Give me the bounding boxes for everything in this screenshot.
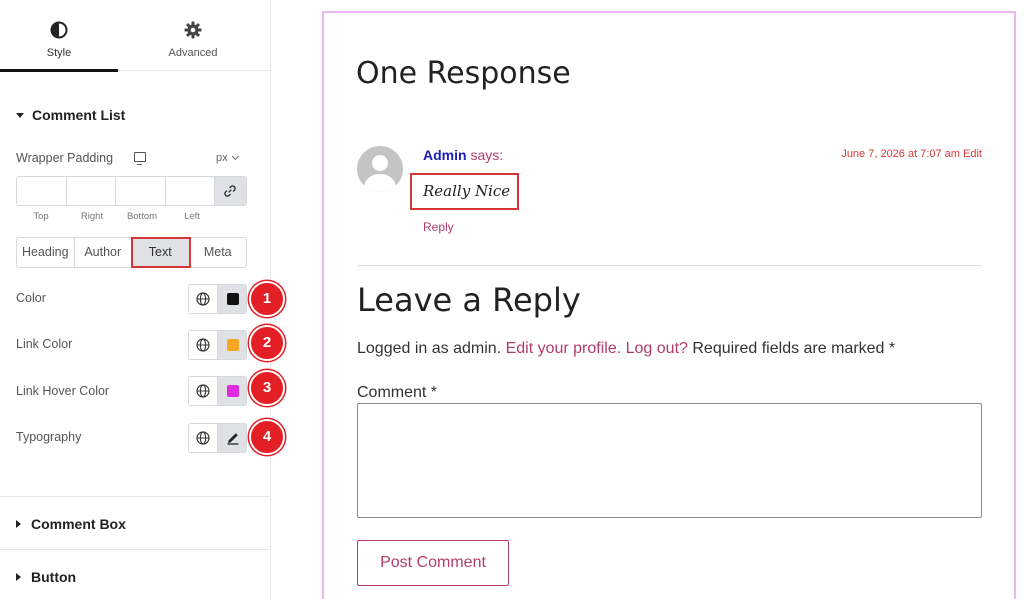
unit-value: px bbox=[216, 152, 228, 164]
global-colors-button[interactable] bbox=[189, 377, 218, 405]
color-swatch bbox=[227, 293, 239, 305]
logged-in-notice: Logged in as admin. Edit your profile. L… bbox=[357, 340, 895, 358]
link-hover-color-swatch bbox=[227, 385, 239, 397]
tab-advanced[interactable]: Advanced bbox=[134, 8, 252, 71]
section-comment-list[interactable]: Comment List bbox=[16, 107, 125, 123]
comment-date-link[interactable]: June 7, 2026 at 7:07 am bbox=[841, 148, 960, 160]
edit-profile-link[interactable]: Edit your profile. bbox=[506, 340, 622, 357]
tab-advanced-label: Advanced bbox=[168, 47, 218, 59]
reply-link[interactable]: Reply bbox=[423, 220, 454, 234]
avatar-head bbox=[372, 155, 388, 171]
seg-text[interactable]: Text bbox=[131, 237, 191, 268]
link-color-label: Link Color bbox=[16, 337, 73, 351]
section-comment-list-title: Comment List bbox=[32, 107, 126, 123]
monitor-icon[interactable] bbox=[134, 152, 146, 165]
caret-right-icon bbox=[16, 573, 21, 581]
color-control bbox=[188, 284, 247, 314]
global-colors-button[interactable] bbox=[189, 331, 218, 359]
caret-down-icon bbox=[16, 113, 24, 118]
padding-inputs bbox=[16, 176, 247, 206]
logged-in-prefix: Logged in as admin. bbox=[357, 340, 502, 357]
gear-icon bbox=[184, 21, 202, 39]
link-hover-color-picker[interactable] bbox=[218, 377, 246, 405]
comment-author-link[interactable]: Admin bbox=[423, 147, 467, 163]
step-badge-3: 3 bbox=[249, 370, 285, 406]
comment-author-line: Admin says: bbox=[423, 147, 503, 163]
post-comment-button[interactable]: Post Comment bbox=[357, 540, 509, 586]
seg-author[interactable]: Author bbox=[75, 238, 132, 267]
section-divider bbox=[0, 549, 270, 550]
typography-control bbox=[188, 423, 247, 453]
section-separator bbox=[357, 265, 982, 266]
link-color-picker[interactable] bbox=[218, 331, 246, 359]
globe-icon bbox=[196, 384, 210, 398]
globe-icon bbox=[196, 292, 210, 306]
tab-style[interactable]: Style bbox=[0, 8, 118, 72]
link-hover-color-control bbox=[188, 376, 247, 406]
seg-heading[interactable]: Heading bbox=[17, 238, 75, 267]
half-circle-icon bbox=[50, 21, 68, 39]
typography-label: Typography bbox=[16, 430, 82, 444]
globe-icon bbox=[196, 431, 210, 445]
section-divider bbox=[0, 496, 270, 497]
link-color-control bbox=[188, 330, 247, 360]
label-top: Top bbox=[33, 211, 49, 222]
seg-meta[interactable]: Meta bbox=[190, 238, 247, 267]
avatar-body bbox=[364, 174, 396, 192]
link-icon bbox=[224, 185, 236, 197]
comment-text: Really Nice bbox=[410, 173, 519, 210]
section-comment-box-title: Comment Box bbox=[31, 516, 126, 532]
link-hover-color-label: Link Hover Color bbox=[16, 384, 110, 398]
required-fields-note: Required fields are marked * bbox=[692, 340, 896, 357]
label-right: Right bbox=[80, 211, 104, 222]
color-label: Color bbox=[16, 291, 46, 305]
padding-left-input[interactable] bbox=[165, 177, 216, 205]
log-out-link[interactable]: Log out? bbox=[626, 340, 688, 357]
step-badge-4: 4 bbox=[249, 419, 285, 455]
comment-meta: June 7, 2026 at 7:07 am Edit bbox=[841, 148, 982, 160]
global-colors-button[interactable] bbox=[189, 285, 218, 313]
padding-bottom-input[interactable] bbox=[116, 177, 166, 205]
step-badge-2: 2 bbox=[249, 325, 285, 361]
caret-right-icon bbox=[16, 520, 21, 528]
unit-selector[interactable]: px bbox=[216, 152, 239, 164]
comment-says: says: bbox=[470, 147, 504, 163]
typography-edit-button[interactable] bbox=[218, 424, 246, 452]
chevron-down-icon bbox=[231, 152, 239, 161]
label-bottom: Bottom bbox=[126, 211, 158, 222]
padding-right-input[interactable] bbox=[66, 177, 117, 205]
settings-panel: Style Advanced Comment List Wrapper Padd… bbox=[0, 0, 285, 599]
avatar bbox=[357, 146, 403, 192]
comment-textarea[interactable] bbox=[357, 403, 982, 518]
pencil-icon bbox=[227, 433, 239, 445]
globe-icon bbox=[196, 338, 210, 352]
responses-title: One Response bbox=[356, 56, 571, 91]
wrapper-padding-label: Wrapper Padding bbox=[16, 151, 114, 165]
label-left: Left bbox=[184, 211, 200, 222]
link-values-button[interactable] bbox=[215, 177, 246, 205]
panel-tabs: Style Advanced bbox=[0, 8, 270, 72]
section-comment-box[interactable]: Comment Box bbox=[16, 516, 126, 532]
element-tabs: Heading Author Text Meta bbox=[16, 237, 247, 268]
link-color-swatch bbox=[227, 339, 239, 351]
section-button[interactable]: Button bbox=[16, 569, 76, 585]
comment-edit-link[interactable]: Edit bbox=[963, 148, 982, 160]
comment-field-label: Comment * bbox=[357, 384, 438, 401]
section-button-title: Button bbox=[31, 569, 77, 585]
color-picker[interactable] bbox=[218, 285, 246, 313]
step-badge-1: 1 bbox=[249, 281, 285, 317]
padding-top-input[interactable] bbox=[17, 177, 67, 205]
global-fonts-button[interactable] bbox=[189, 424, 218, 452]
editor-screen: Style Advanced Comment List Wrapper Padd… bbox=[0, 0, 1024, 599]
tab-style-label: Style bbox=[46, 47, 72, 59]
leave-reply-title: Leave a Reply bbox=[357, 281, 581, 319]
